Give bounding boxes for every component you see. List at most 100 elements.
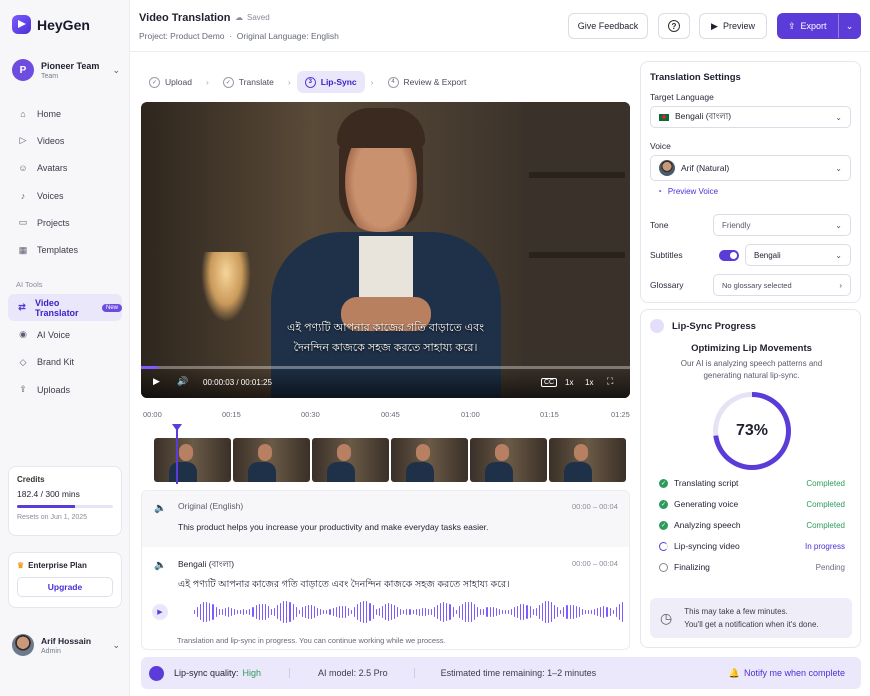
step-review-export[interactable]: 4 Review & Export [380,71,475,93]
sidebar-item-voices[interactable]: ♪ Voices [8,182,122,209]
give-feedback-button[interactable]: Give Feedback [568,13,648,39]
quality-icon [149,665,164,681]
original-track [142,491,629,547]
tick-label: 01:15 [540,410,559,419]
sidebar-item-uploads[interactable]: ⇪ Uploads [8,376,122,403]
template-icon: ▦ [18,244,28,255]
sidebar-item-home[interactable]: ⌂ Home [8,100,122,127]
export-icon: ⇪ [788,20,796,31]
user-menu[interactable]: Arif Hossain Admin ⌄ [12,634,120,656]
shelf [529,252,625,258]
glossary-select[interactable]: No glossary selected › [713,274,851,296]
chevron-down-icon[interactable]: ⌄ [838,14,860,38]
plan-card: ♛ Enterprise Plan Upgrade [8,552,122,608]
mic-icon: ◉ [19,329,27,340]
waveform-bar [274,608,276,616]
waveform-bar [335,607,337,617]
waveform-bar [569,604,571,620]
page-title: Video Translation [139,12,231,24]
waveform-bar [252,606,254,618]
subtitles-toggle[interactable] [719,250,739,261]
sidebar-item-video-translator[interactable]: ⇄ Video Translator New [8,294,122,322]
logo[interactable]: HeyGen [12,15,90,34]
subtitles-language-select[interactable]: Bengali ⌄ [745,244,851,266]
help-button[interactable]: ? [658,13,690,39]
sidebar-item-brand-kit[interactable]: ◇ Brand Kit [8,349,122,376]
volume-icon[interactable]: 🔊 [177,376,188,387]
preview-voice-link[interactable]: ◔ Preview Voice [657,187,718,196]
waveform-bar [563,607,565,617]
preview-label: Preview [722,21,755,31]
speaker-icon[interactable]: 🔈 [154,503,166,514]
video-player[interactable]: এই পণ্যটি আপনার কাজের গতি বাড়াতে এবং দৈ… [141,102,630,398]
waveform-bar [511,608,513,616]
sidebar-item-templates[interactable]: ▦ Templates [8,236,122,263]
fullscreen-icon[interactable]: ⛶ [607,376,613,387]
filmstrip[interactable] [154,438,626,482]
bangladesh-flag-icon [659,113,669,121]
waveform-bar [557,607,559,617]
waveform-bar [329,609,331,615]
waveform-bar [341,605,343,619]
cc-icon[interactable]: CC [541,378,558,387]
waveform-bar [489,606,491,618]
original-label: Original (English) [178,501,244,511]
waveform-bar [270,608,273,616]
waveform-bar [431,608,433,616]
shelf [529,172,625,178]
original-time: 00:00 – 00:04 [572,502,618,511]
notify-me-link[interactable]: 🔔 Notify me when complete [729,668,845,679]
user-name: Arif Hossain [41,635,92,646]
waveform-bar [292,604,294,620]
tone-select[interactable]: Friendly ⌄ [713,214,851,236]
tone-label: Tone [650,220,669,230]
video-progress[interactable] [141,366,630,369]
translated-text: এই পণ্যটি আপনার কাজের গতি বাড়াতে এবং দৈ… [178,579,510,590]
sidebar-item-videos[interactable]: ▷ Videos [8,127,122,154]
waveform-bar [200,604,202,620]
waveform-bar [455,609,457,615]
subtitles-value: Bengali [754,250,781,260]
waveform[interactable] [194,599,624,625]
tick-label: 00:45 [381,410,400,419]
export-button[interactable]: ⇪ Export ⌄ [777,13,861,39]
voice-select[interactable]: Arif (Natural) ⌄ [650,155,851,181]
stepper: ✓ Upload › ✓ Translate › 3 Lip-Sync › 4 Revi… [141,70,474,94]
target-language-select[interactable]: Bengali (বাংলা) ⌄ [650,106,851,128]
speed-button[interactable]: 1x [565,378,573,387]
team-switcher[interactable]: P Pioneer Team Team ⌄ [12,59,120,81]
step-translate[interactable]: ✓ Translate [215,71,282,93]
waveform-bar [261,603,263,621]
check-circle-icon: ✓ [659,520,668,530]
sidebar-item-label: Uploads [37,384,71,395]
sidebar-item-avatars[interactable]: ☺ Avatars [8,155,122,182]
sidebar-item-label: Voices [37,190,64,201]
waveform-bar [397,606,399,618]
sidebar-item-ai-voice[interactable]: ◉ AI Voice [8,321,122,348]
playhead[interactable] [172,424,182,484]
speaker-icon[interactable]: 🔈 [154,560,166,571]
status-label: Finalizing [674,562,710,572]
waveform-bar [424,608,426,616]
waveform-bar [240,609,242,615]
play-icon[interactable]: ▶ [152,604,168,620]
step-upload[interactable]: ✓ Upload [141,71,200,93]
preview-button[interactable]: ▶ Preview [699,13,767,39]
chevron-right-icon: › [287,77,291,87]
zoom-button[interactable]: 1x [585,378,593,387]
play-icon[interactable]: ▶ [153,376,160,387]
waveform-bar [310,605,313,619]
step-lip-sync[interactable]: 3 Lip-Sync [296,71,365,93]
waveform-bar [289,602,291,622]
sidebar-item-projects[interactable]: ▭ Projects [8,209,122,236]
waveform-bar [280,602,282,622]
waveform-bar [209,602,211,622]
step-number: 4 [387,76,399,88]
estimated-time: Estimated time remaining: 1–2 minutes [413,668,596,678]
original-text: This product helps you increase your pro… [178,522,489,532]
waveform-bar [197,606,199,618]
upgrade-button[interactable]: Upgrade [17,577,113,597]
credits-value: 182.4 / 300 mins [17,489,80,499]
waveform-bar [467,601,470,623]
sparkle-icon [650,319,664,333]
